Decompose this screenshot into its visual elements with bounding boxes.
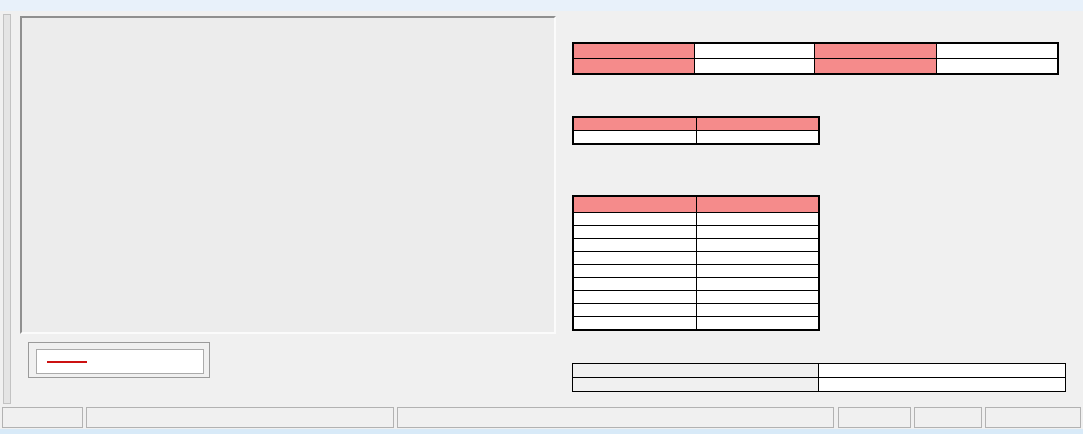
table-row xyxy=(572,42,1059,59)
table-row xyxy=(572,290,820,304)
patient-cp-header xyxy=(695,195,820,213)
shear-rate-cell xyxy=(572,316,697,331)
shear-rate-cell xyxy=(572,212,697,226)
patient-id-value xyxy=(693,42,815,59)
diastolic-header xyxy=(695,116,820,131)
shear-rate-cell xyxy=(572,225,697,239)
shear-rate-cell xyxy=(572,303,697,317)
table-row xyxy=(572,212,820,226)
table-header-row xyxy=(572,195,820,213)
table-row xyxy=(572,238,820,252)
table-row xyxy=(572,377,1066,392)
bottom-strip xyxy=(0,429,1083,434)
patient-value-cell xyxy=(695,316,820,331)
facility-id-label xyxy=(572,58,695,75)
table-row xyxy=(572,363,1066,378)
statusbar-research-notice xyxy=(86,407,394,428)
table-row xyxy=(572,116,820,131)
viscosity-chart-panel xyxy=(20,16,556,334)
shear-rate-cell xyxy=(572,290,697,304)
disposable-tube-id-label xyxy=(572,377,819,392)
systolic-header xyxy=(572,116,697,131)
legend-line-swatch xyxy=(47,360,87,363)
hemovister-report-window: { "colors": { "section_title": "#8B0000"… xyxy=(0,0,1083,434)
patient-value-cell xyxy=(695,264,820,278)
patient-value-cell xyxy=(695,303,820,317)
subject-identification-table xyxy=(572,42,1059,75)
shear-rate-cell xyxy=(572,264,697,278)
sex-label xyxy=(813,42,937,59)
blood-viscosity-table xyxy=(572,116,820,145)
statusbar-time xyxy=(985,407,1081,428)
patient-value-cell xyxy=(695,212,820,226)
table-row xyxy=(572,277,820,291)
statusbar-spare-panel xyxy=(838,407,911,428)
patient-value-cell xyxy=(695,290,820,304)
age-value xyxy=(935,58,1059,75)
facility-id-value xyxy=(693,58,815,75)
age-label xyxy=(813,58,937,75)
table-row xyxy=(572,225,820,239)
table-row xyxy=(572,316,820,331)
top-strip xyxy=(0,0,1083,11)
statusbar-date xyxy=(914,407,982,428)
systolic-value xyxy=(572,130,697,145)
left-splitter-strip xyxy=(3,14,11,404)
statusbar-app-name xyxy=(2,407,83,428)
date-time-test-value xyxy=(818,363,1066,378)
shear-rate-cell xyxy=(572,238,697,252)
sex-value xyxy=(935,42,1059,59)
shear-rate-cell xyxy=(572,251,697,265)
statusbar-record-info xyxy=(397,407,834,428)
table-row xyxy=(572,303,820,317)
legend-box xyxy=(28,342,210,378)
test-file-information-table xyxy=(572,363,1066,392)
date-time-test-label xyxy=(572,363,819,378)
table-row xyxy=(572,58,1059,75)
patient-value-cell xyxy=(695,251,820,265)
table-row xyxy=(572,130,820,145)
shear-rate-header xyxy=(572,195,697,213)
disposable-tube-id-value xyxy=(818,377,1066,392)
table-row xyxy=(572,264,820,278)
shear-rate-cell xyxy=(572,277,697,291)
legend-entry xyxy=(36,349,204,374)
viscosity-chart xyxy=(22,18,554,332)
diastolic-value xyxy=(695,130,820,145)
patient-value-cell xyxy=(695,277,820,291)
table-row xyxy=(572,251,820,265)
patient-id-label xyxy=(572,42,695,59)
patient-value-cell xyxy=(695,225,820,239)
shear-viscosity-table xyxy=(572,195,820,331)
patient-value-cell xyxy=(695,238,820,252)
